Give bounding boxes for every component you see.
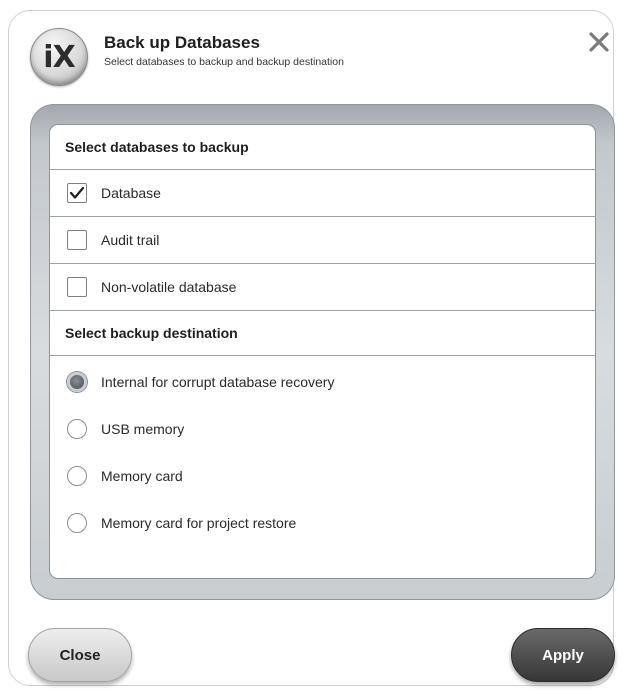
internal-recovery-label: Internal for corrupt database recovery bbox=[101, 373, 335, 390]
close-icon[interactable] bbox=[583, 26, 615, 58]
non-volatile-database-label: Non-volatile database bbox=[101, 279, 237, 295]
memory-card-label: Memory card bbox=[101, 467, 183, 484]
usb-memory-label: USB memory bbox=[101, 420, 185, 437]
audit-trail-checkbox-row[interactable]: Audit trail bbox=[50, 217, 595, 264]
usb-memory-radio[interactable] bbox=[67, 418, 87, 439]
memory-card-restore-label: Memory card for project restore bbox=[101, 514, 297, 531]
memory-card-restore-radio-row[interactable]: Memory card for project restore bbox=[50, 499, 595, 546]
checkmark-icon bbox=[69, 186, 85, 199]
internal-recovery-radio[interactable] bbox=[67, 371, 87, 392]
internal-recovery-radio-row[interactable]: Internal for corrupt database recovery bbox=[50, 358, 595, 405]
memory-card-restore-radio[interactable] bbox=[67, 512, 87, 533]
apply-button[interactable]: Apply bbox=[511, 628, 615, 682]
options-panel: Select databases to backup Database Audi… bbox=[49, 124, 596, 579]
close-button[interactable]: Close bbox=[28, 628, 132, 682]
dialog-subtitle: Select databases to backup and backup de… bbox=[104, 56, 344, 68]
memory-card-radio-row[interactable]: Memory card bbox=[50, 452, 595, 499]
ix-logo: iX bbox=[30, 28, 88, 86]
databases-section-header: Select databases to backup bbox=[50, 125, 595, 170]
dialog-title: Back up Databases bbox=[104, 33, 260, 52]
logo-text: iX bbox=[43, 39, 75, 75]
non-volatile-database-checkbox-row[interactable]: Non-volatile database bbox=[50, 264, 595, 311]
destination-radio-group: Internal for corrupt database recovery U… bbox=[50, 356, 595, 546]
database-label: Database bbox=[101, 185, 161, 201]
non-volatile-database-checkbox[interactable] bbox=[67, 277, 87, 297]
audit-trail-checkbox[interactable] bbox=[67, 230, 87, 250]
audit-trail-label: Audit trail bbox=[101, 232, 160, 248]
database-checkbox-row[interactable]: Database bbox=[50, 170, 595, 217]
database-checkbox[interactable] bbox=[67, 183, 87, 203]
memory-card-radio[interactable] bbox=[67, 465, 87, 486]
usb-memory-radio-row[interactable]: USB memory bbox=[50, 405, 595, 452]
destination-section-header: Select backup destination bbox=[50, 311, 595, 356]
